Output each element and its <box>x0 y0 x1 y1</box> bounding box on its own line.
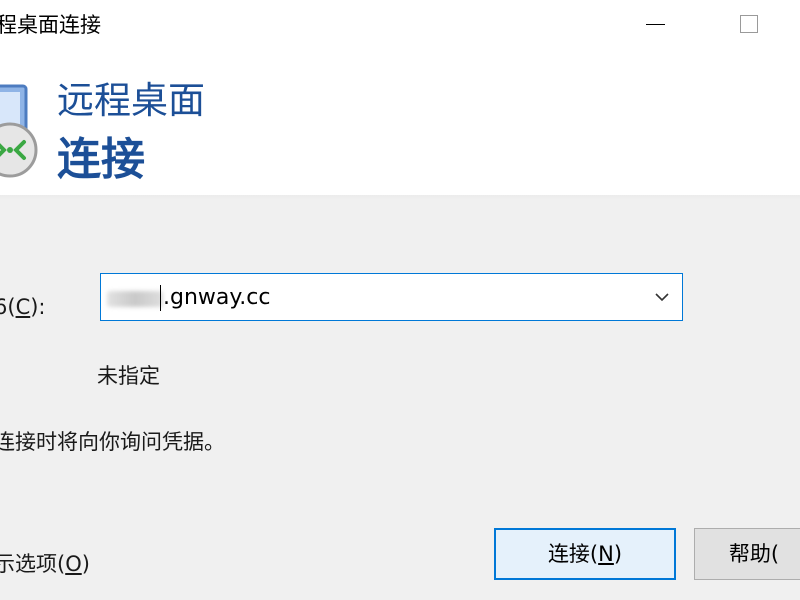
chevron-down-icon[interactable] <box>654 291 670 303</box>
computer-label: 6(C): <box>0 293 46 321</box>
help-button[interactable]: 帮助( <box>694 528 800 580</box>
options-key: O <box>65 552 82 576</box>
show-options-link[interactable]: 示选项(O) <box>0 550 90 578</box>
computer-label-prefix: 6( <box>0 295 16 319</box>
banner-title-line2: 连接 <box>57 134 145 185</box>
window-title: 程桌面连接 <box>0 13 101 37</box>
connect-suffix: ) <box>613 542 623 566</box>
options-prefix: 示选项( <box>0 552 66 576</box>
text-caret <box>160 285 161 311</box>
connect-key: N <box>598 542 614 566</box>
banner-divider <box>0 195 800 200</box>
options-suffix: ) <box>81 552 90 576</box>
remote-desktop-window: 程桌面连接 远程桌面 连接 6(C): .gnway.cc : 未指定 连接时将… <box>0 0 800 600</box>
redacted-hostname <box>107 291 163 307</box>
minimize-icon <box>646 24 665 25</box>
banner-title-line1: 远程桌面 <box>57 79 205 122</box>
user-label: : <box>0 362 1 390</box>
connect-prefix: 连接( <box>547 542 599 566</box>
computer-label-key: C <box>15 295 31 319</box>
title-bar[interactable]: 程桌面连接 <box>0 0 800 52</box>
maximize-button[interactable] <box>714 0 784 52</box>
credentials-note: 连接时将向你询问凭据。 <box>0 430 225 454</box>
computer-label-suffix: ): <box>30 295 46 319</box>
remote-desktop-icon <box>0 84 38 178</box>
computer-combobox[interactable]: .gnway.cc <box>100 273 683 321</box>
minimize-button[interactable] <box>620 0 690 52</box>
help-label: 帮助( <box>728 542 780 566</box>
connect-button[interactable]: 连接(N) <box>494 528 676 580</box>
computer-input[interactable]: .gnway.cc <box>163 284 270 312</box>
user-value: 未指定 <box>97 364 160 388</box>
maximize-icon <box>740 15 758 33</box>
